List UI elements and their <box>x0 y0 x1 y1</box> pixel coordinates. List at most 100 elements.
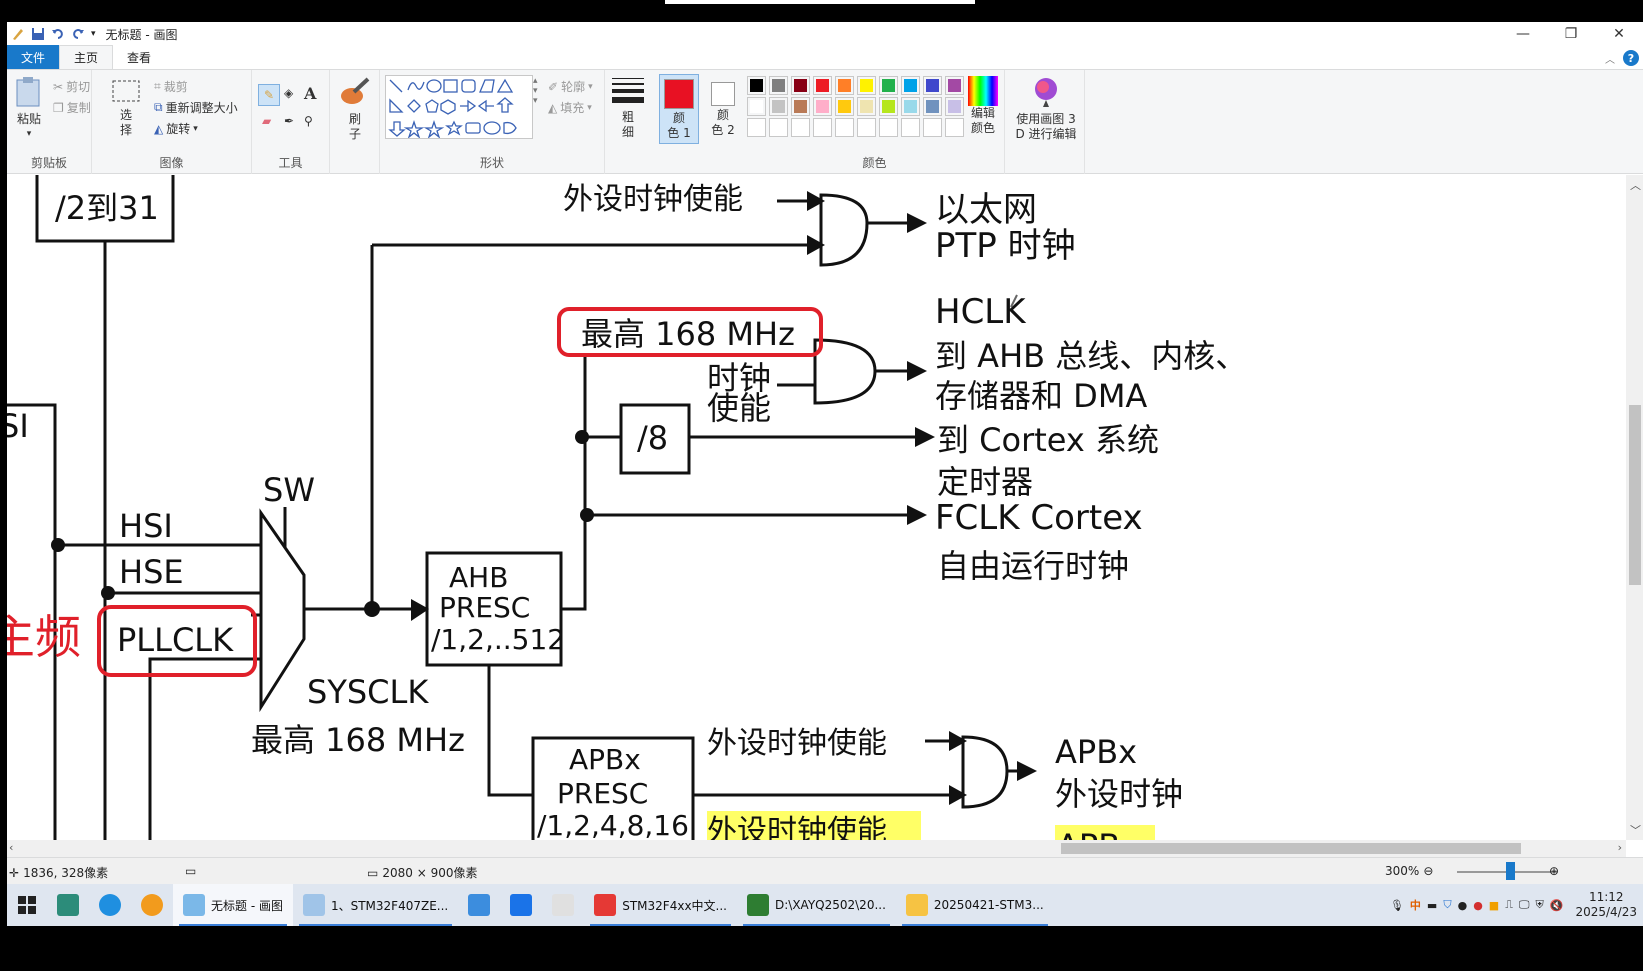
empty-color-slot[interactable] <box>791 118 810 137</box>
close-button[interactable]: ✕ <box>1595 22 1643 46</box>
minimize-button[interactable]: — <box>1499 22 1547 46</box>
zoom-slider-thumb[interactable] <box>1506 862 1515 880</box>
color-swatch[interactable] <box>923 97 942 116</box>
crop-button[interactable]: ⌗ 裁剪 <box>154 78 188 95</box>
redo-icon[interactable] <box>71 27 85 41</box>
taskbar-app-button[interactable]: 1、STM32F407ZE... <box>293 884 458 926</box>
vertical-scrollbar[interactable]: ︿ ﹀ <box>1626 175 1643 840</box>
volume-muted-icon[interactable]: 🔇 <box>1550 899 1564 912</box>
tab-file[interactable]: 文件 <box>7 45 59 69</box>
scroll-right-icon[interactable]: › <box>1618 841 1622 854</box>
pencil-tool[interactable]: ✎ <box>258 84 280 106</box>
qq-icon[interactable]: ● <box>1458 899 1468 912</box>
tab-view[interactable]: 查看 <box>113 45 165 69</box>
color-swatch[interactable] <box>813 76 832 95</box>
taskbar-app-button[interactable] <box>542 884 584 926</box>
size-button[interactable]: 粗 细 <box>610 76 646 140</box>
security-icon[interactable]: ⛨ <box>1536 898 1544 912</box>
scroll-down-icon[interactable]: ﹀ <box>1630 822 1641 838</box>
color-swatch[interactable] <box>835 76 854 95</box>
empty-color-slot[interactable] <box>879 118 898 137</box>
eraser-tool[interactable]: ▰ <box>262 114 271 128</box>
color-swatch[interactable] <box>791 97 810 116</box>
color-picker-tool[interactable]: ✒ <box>284 114 294 128</box>
app-tray-icon[interactable]: ■ <box>1489 899 1499 912</box>
antivirus-icon[interactable]: ● <box>1473 899 1483 912</box>
restore-button[interactable]: ❐ <box>1547 22 1595 46</box>
color-swatch[interactable] <box>901 97 920 116</box>
taskbar-app-button[interactable]: STM32F4xx中文... <box>584 884 737 926</box>
color-swatch[interactable] <box>857 76 876 95</box>
pinned-app-1[interactable] <box>47 884 89 926</box>
color-swatch[interactable] <box>945 97 964 116</box>
empty-color-slot[interactable] <box>945 118 964 137</box>
color-swatch[interactable] <box>813 97 832 116</box>
keyboard-icon[interactable]: ▬ <box>1427 899 1437 912</box>
copy-button[interactable]: ❐ 复制 <box>53 99 91 116</box>
fill-button[interactable]: ◭ 填充 ▾ <box>548 99 592 116</box>
color-swatch[interactable] <box>857 97 876 116</box>
vertical-scroll-thumb[interactable] <box>1629 405 1641 585</box>
shapes-gallery[interactable] <box>385 75 533 139</box>
paint3d-button[interactable]: 使用画图 3 D 进行编辑 <box>1011 76 1081 142</box>
zoom-out-icon[interactable]: ⊖ <box>1423 864 1433 878</box>
horizontal-scrollbar[interactable]: ‹ › <box>7 840 1626 857</box>
cut-button[interactable]: ✂ 剪切 <box>53 78 90 95</box>
empty-color-slot[interactable] <box>769 118 788 137</box>
color-swatch[interactable] <box>945 76 964 95</box>
empty-color-slot[interactable] <box>923 118 942 137</box>
ime-icon[interactable]: 中 <box>1410 897 1421 913</box>
select-button[interactable]: 选 择 <box>110 78 142 138</box>
paste-button[interactable]: 粘贴 ▾ <box>11 76 47 142</box>
empty-color-slot[interactable] <box>813 118 832 137</box>
color-swatch[interactable] <box>879 76 898 95</box>
rotate-button[interactable]: ◭ 旋转 ▾ <box>154 120 198 137</box>
drawing-canvas[interactable]: /2到31 外设时钟使能 以太网 PTP 时钟 最高 168 MHz HCLK … <box>7 175 1643 840</box>
undo-icon[interactable] <box>51 27 65 41</box>
pinned-app-3[interactable] <box>131 884 173 926</box>
empty-color-slot[interactable] <box>857 118 876 137</box>
color-swatch[interactable] <box>747 97 766 116</box>
fill-tool[interactable]: ◈ <box>284 86 293 100</box>
color-swatch[interactable] <box>769 97 788 116</box>
taskbar-app-button[interactable]: 20250421-STM3... <box>896 884 1054 926</box>
microphone-icon[interactable]: 🎙 <box>1390 899 1404 912</box>
color-swatch[interactable] <box>769 76 788 95</box>
scroll-left-icon[interactable]: ‹ <box>9 841 13 854</box>
shapes-scroll-icon[interactable]: ▴ ▾ ▾ <box>533 76 538 106</box>
shield-icon[interactable]: ⛉ <box>1443 898 1451 912</box>
outline-button[interactable]: ✐ 轮廓 ▾ <box>548 78 593 95</box>
resize-button[interactable]: ⧉ 重新调整大小 <box>154 99 238 116</box>
color-swatch[interactable] <box>901 76 920 95</box>
tab-home[interactable]: 主页 <box>59 45 114 69</box>
magnifier-tool[interactable]: ⚲ <box>304 114 313 128</box>
empty-color-slot[interactable] <box>747 118 766 137</box>
customize-toolbar-icon[interactable]: ▾ <box>91 29 96 39</box>
taskbar-app-button[interactable]: D:\XAYQ2502\20... <box>737 884 896 926</box>
color1-button[interactable]: 颜 色 1 <box>659 74 699 144</box>
color-swatch[interactable] <box>923 76 942 95</box>
start-button[interactable] <box>7 884 47 926</box>
edit-colors-button[interactable]: 编辑 颜色 <box>963 76 1003 136</box>
save-icon[interactable] <box>31 27 45 41</box>
help-icon[interactable]: ? <box>1623 50 1639 66</box>
brushes-button[interactable]: 刷 子 <box>336 76 374 142</box>
taskbar-app-button[interactable] <box>500 884 542 926</box>
color-swatch[interactable] <box>879 97 898 116</box>
zoom-in-icon[interactable]: ⊕ <box>1549 864 1559 878</box>
horizontal-scroll-thumb[interactable] <box>1061 843 1521 854</box>
scroll-up-icon[interactable]: ︿ <box>1630 177 1641 193</box>
color-swatch[interactable] <box>791 76 810 95</box>
network-icon[interactable]: 🖵 <box>1519 898 1530 912</box>
collapse-ribbon-icon[interactable]: ︿ <box>1605 51 1615 66</box>
empty-color-slot[interactable] <box>835 118 854 137</box>
clock[interactable]: 11:12 2025/4/23 <box>1575 890 1637 920</box>
usb-icon[interactable]: ⎍ <box>1505 898 1513 912</box>
color-swatch[interactable] <box>835 97 854 116</box>
pinned-app-2[interactable] <box>89 884 131 926</box>
taskbar-app-button[interactable] <box>458 884 500 926</box>
color-swatch[interactable] <box>747 76 766 95</box>
text-tool[interactable]: A <box>304 84 316 103</box>
taskbar-app-button[interactable]: 无标题 - 画图 <box>173 884 293 926</box>
empty-color-slot[interactable] <box>901 118 920 137</box>
